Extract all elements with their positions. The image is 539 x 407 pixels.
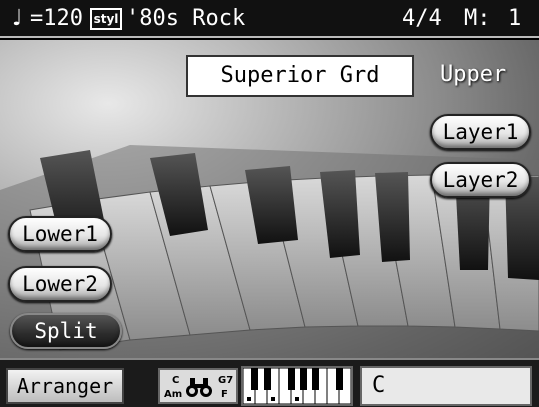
- mini-keyboard-icon[interactable]: [241, 366, 353, 406]
- style-name[interactable]: '80s Rock: [126, 0, 245, 38]
- layer1-button[interactable]: Layer1: [430, 114, 531, 150]
- chord-icon-top-left: C: [172, 375, 179, 386]
- time-signature: 4/4: [402, 6, 442, 31]
- measure-value: 1: [508, 6, 522, 31]
- arranger-button[interactable]: Arranger: [6, 368, 124, 404]
- chord-icon-bottom-right: F: [221, 389, 228, 400]
- chord-icon-bottom-left: Am: [164, 389, 182, 400]
- lower2-button[interactable]: Lower2: [8, 266, 112, 302]
- part-label: Upper: [440, 62, 507, 87]
- style-icon: styl: [90, 8, 122, 30]
- quarter-note-icon: ♩: [12, 6, 23, 31]
- tone-name-display[interactable]: Superior Grd: [186, 55, 414, 97]
- chord-icon-top-right: G7: [218, 375, 233, 386]
- lower1-button[interactable]: Lower1: [8, 216, 112, 252]
- layer2-button[interactable]: Layer2: [430, 162, 531, 198]
- chord-name-display: C: [360, 366, 532, 406]
- binoculars-chord-icon[interactable]: C Am G7 F: [158, 368, 238, 404]
- bottom-bar: Arranger C Am G7 F C: [0, 358, 539, 407]
- piano-screen: ♩ =120 styl '80s Rock 4/4 M: 1 Superior …: [0, 0, 539, 407]
- mini-keyboard-graphic: [242, 367, 352, 405]
- tempo-value[interactable]: =120: [30, 0, 83, 38]
- split-button[interactable]: Split: [10, 313, 122, 349]
- status-bar: ♩ =120 styl '80s Rock 4/4 M: 1: [0, 0, 539, 38]
- chord-icon-graphic: C Am G7 F: [164, 375, 233, 400]
- measure-label: M:: [464, 6, 491, 31]
